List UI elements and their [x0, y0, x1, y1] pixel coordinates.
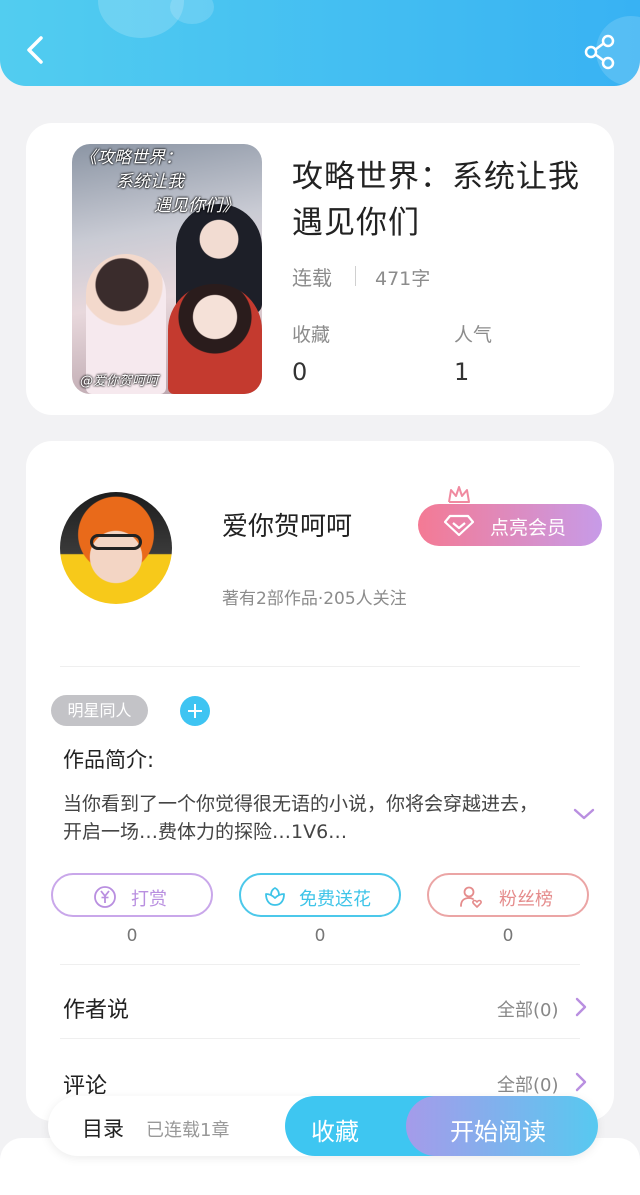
- toc-button[interactable]: 目录: [82, 1113, 124, 1143]
- start-reading-label: 开始阅读: [450, 1118, 546, 1146]
- fan-count: 0: [502, 926, 514, 946]
- popularity-count: 1: [454, 358, 470, 386]
- share-icon: [584, 34, 615, 70]
- flower-icon: [265, 887, 285, 906]
- book-title: 攻略世界：系统让我遇见你们: [292, 159, 580, 241]
- author-meta: 著有2部作品·205人关注: [222, 589, 407, 609]
- free-flower-label: 免费送花: [299, 889, 371, 910]
- reward-button[interactable]: 打赏: [51, 873, 213, 917]
- cover-title-text: 《攻略世界： 系统让我 遇见你们》: [78, 146, 258, 218]
- author-name[interactable]: 爱你贺呵呵: [222, 506, 352, 543]
- reward-label: 打赏: [131, 889, 167, 910]
- chevron-right-icon[interactable]: [574, 996, 588, 1018]
- share-button[interactable]: [580, 32, 620, 72]
- diamond-icon: [444, 514, 474, 536]
- favorites-label: 收藏: [292, 324, 331, 346]
- reward-count: 0: [126, 926, 138, 946]
- divider: [355, 266, 356, 286]
- avatar-glasses: [90, 534, 142, 550]
- flower-count: 0: [314, 926, 326, 946]
- chapter-count: 已连载1章: [146, 1120, 230, 1141]
- chevron-right-icon[interactable]: [574, 1071, 588, 1093]
- author-says-all-link[interactable]: 全部(0): [497, 996, 559, 1022]
- word-count: 471字: [375, 268, 431, 290]
- author-avatar[interactable]: [60, 492, 172, 604]
- user-heart-icon: [460, 886, 482, 908]
- book-status: 连载: [292, 266, 332, 290]
- popularity-label: 人气: [454, 324, 493, 346]
- book-cover[interactable]: 《攻略世界： 系统让我 遇见你们》 @爱你贺呵呵: [72, 144, 262, 394]
- vip-button[interactable]: 点亮会员: [418, 504, 602, 546]
- cover-line: 《攻略世界：: [80, 148, 182, 168]
- divider: [60, 666, 580, 667]
- favorite-button-label: 收藏: [311, 1118, 359, 1146]
- divider: [60, 964, 580, 965]
- cover-line: 遇见你们》: [154, 196, 239, 216]
- fan-ranking-button[interactable]: 粉丝榜: [427, 873, 589, 917]
- vip-button-label: 点亮会员: [490, 517, 567, 539]
- top-header: [0, 0, 640, 86]
- fan-ranking-label: 粉丝榜: [499, 889, 553, 910]
- genre-tag[interactable]: 明星同人: [51, 695, 148, 726]
- divider: [60, 1038, 580, 1039]
- back-button[interactable]: [16, 30, 56, 70]
- cover-figure: [168, 284, 262, 394]
- start-reading-button[interactable]: 开始阅读: [406, 1096, 598, 1156]
- favorites-count: 0: [292, 358, 308, 386]
- author-says-label: 作者说: [63, 998, 130, 1023]
- cover-line: 系统让我: [116, 172, 184, 192]
- chevron-left-icon: [27, 36, 43, 64]
- add-tag-button[interactable]: [180, 696, 210, 726]
- cover-signature: @爱你贺呵呵: [80, 374, 159, 389]
- crown-icon: [448, 486, 470, 503]
- intro-text: 当你看到了一个你觉得很无语的小说，你将会穿越进去，开启一场…费体力的探险…1V6…: [63, 793, 539, 843]
- intro-label: 作品简介:: [63, 748, 155, 772]
- yen-icon: [94, 886, 116, 908]
- free-flower-button[interactable]: 免费送花: [239, 873, 401, 917]
- chevron-down-icon[interactable]: [572, 805, 596, 823]
- comments-all-link[interactable]: 全部(0): [497, 1071, 559, 1097]
